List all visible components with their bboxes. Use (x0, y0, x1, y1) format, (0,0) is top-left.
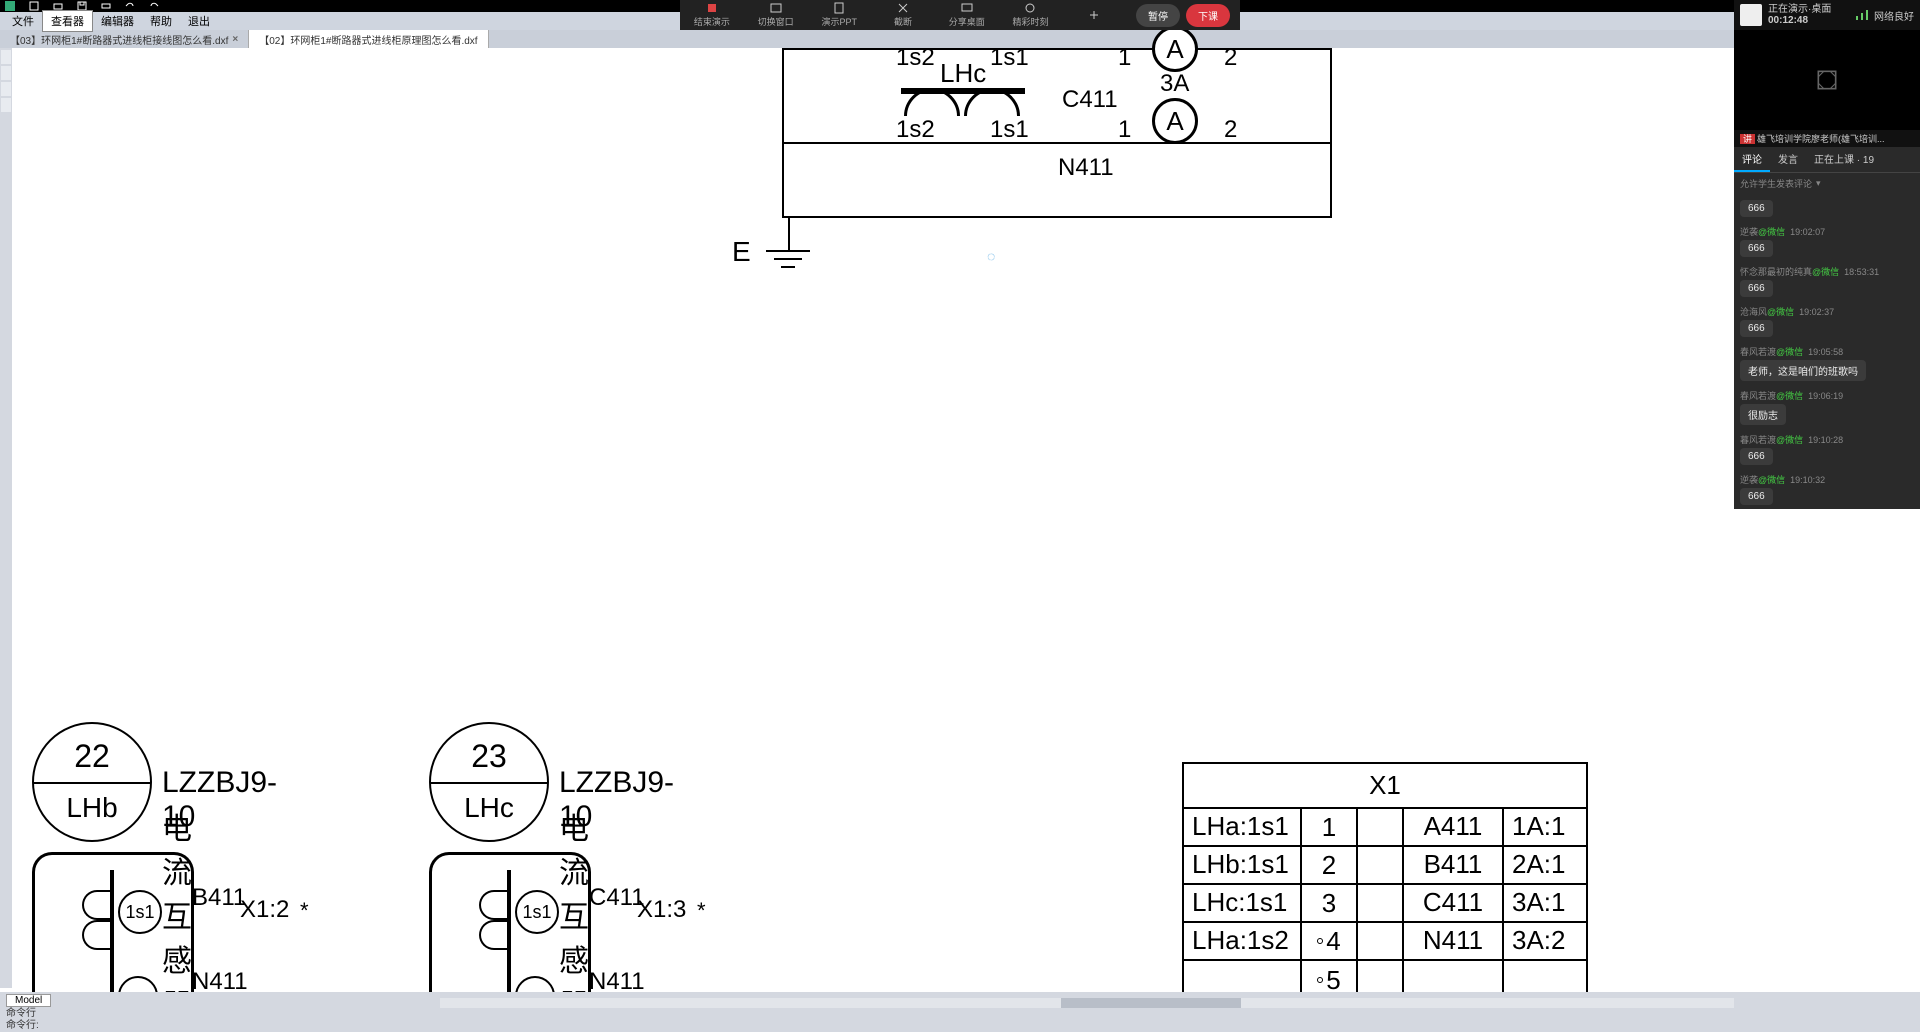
table-row: LHa:1s24N4113A:2 (1184, 923, 1586, 961)
gutter-stub[interactable] (1, 66, 11, 80)
close-icon[interactable]: × (232, 34, 238, 45)
tab-speak[interactable]: 发言 (1770, 147, 1806, 172)
star-icon: * (697, 898, 706, 924)
label-3a: 3A (1160, 72, 1189, 96)
table-row: LHc:1s13C4113A:1 (1184, 885, 1586, 923)
chat-message: 逆袭@微信 19:10:32666 (1734, 469, 1920, 509)
tab-doc-1[interactable]: 【03】环网柜1#断路器式进线柜接线图怎么看.dxf × (0, 30, 249, 49)
camera-preview[interactable] (1734, 30, 1920, 130)
label-2-b: 2 (1224, 118, 1237, 142)
chat-message: 沧海风@微信 19:02:37666 (1734, 301, 1920, 341)
tab-attendees[interactable]: 正在上课 · 19 (1806, 147, 1882, 172)
terminal-table-x1: X1 LHa:1s11A4111A:1LHb:1s12B4112A:1LHc:1… (1182, 762, 1588, 1001)
meet-end-class[interactable]: 下课 (1186, 4, 1230, 27)
panel-tabs: 评论 发言 正在上课 · 19 (1734, 147, 1920, 173)
scrollbar-thumb[interactable] (1061, 998, 1241, 1008)
meeting-toolbar: 结束演示 切换窗口 演示PPT 截断 分享桌面 精彩时刻 暂停 下课 (680, 0, 1240, 30)
app-icon (4, 1, 16, 11)
menu-exit[interactable]: 退出 (180, 11, 218, 31)
label-c411: C411 (1062, 88, 1118, 112)
avatar[interactable] (1740, 4, 1762, 26)
class-timer: 00:12:48 (1768, 15, 1850, 26)
label-lhc: LHc (940, 60, 986, 86)
cmd-prompt: 命令行: (6, 1020, 1914, 1032)
network-status: 网络良好 (1874, 8, 1914, 23)
label-n411: N411 (1058, 156, 1114, 180)
label-2: 2 (1224, 46, 1237, 70)
comp-ref: LHc (431, 792, 547, 824)
expand-icon (1814, 67, 1840, 93)
meet-switch-window[interactable]: 切换窗口 (744, 0, 808, 30)
document-tabs: 【03】环网柜1#断路器式进线柜接线图怎么看.dxf × 【02】环网柜1#断路… (0, 30, 1920, 48)
left-gutter (0, 48, 12, 988)
menu-help[interactable]: 帮助 (142, 11, 180, 31)
drawing-canvas[interactable]: 1s2 1s1 1 2 LHc A C411 3A A 1s2 1s1 1 2 … (12, 48, 1920, 998)
meet-highlight[interactable]: 精彩时刻 (999, 0, 1063, 30)
presenter-status: 正在演示·桌面 (1768, 4, 1850, 15)
chat-message: 暮风若渡@微信 19:10:28666 (1734, 429, 1920, 469)
label-1s2-b: 1s2 (896, 118, 935, 142)
chat-list[interactable]: 666逆袭@微信 19:02:07666怀念那最初的纯真@微信 18:53:31… (1734, 194, 1920, 509)
meet-stop-share[interactable]: 结束演示 (680, 0, 744, 30)
label-1s2: 1s2 (896, 46, 935, 70)
tab-doc-2[interactable]: 【02】环网柜1#断路器式进线柜原理图怎么看.dxf (249, 30, 488, 49)
table-row: LHa:1s11A4111A:1 (1184, 809, 1586, 847)
chat-message: 怀念那最初的纯真@微信 18:53:31666 (1734, 261, 1920, 301)
comp-number: 22 (34, 738, 150, 775)
chat-message: 春风若渡@微信 19:06:19很励志 (1734, 385, 1920, 429)
comment-setting[interactable]: 允许学生发表评论▾ (1734, 173, 1920, 194)
terminal-label: X1:3 (637, 896, 686, 924)
chevron-down-icon: ▾ (1816, 178, 1821, 189)
tab-label: 【02】环网柜1#断路器式进线柜原理图怎么看.dxf (259, 32, 477, 47)
label-1s1-b: 1s1 (990, 118, 1029, 142)
table-title: X1 (1184, 764, 1586, 809)
presenter-name: 讲雄飞培训学院廖老师(雄飞培训... (1734, 130, 1920, 147)
model-tab[interactable]: Model (6, 994, 51, 1007)
tab-comments[interactable]: 评论 (1734, 147, 1770, 172)
pin-circle: 1s1 (118, 890, 162, 934)
undo-icon[interactable] (124, 1, 136, 11)
meet-ppt[interactable]: 演示PPT (807, 0, 871, 30)
ammeter-mid: A (1152, 98, 1198, 144)
redo-icon[interactable] (148, 1, 160, 11)
command-line[interactable]: 命令行 命令行: (0, 1008, 1920, 1032)
horizontal-scrollbar[interactable] (440, 998, 1734, 1008)
meet-more[interactable] (1062, 0, 1126, 30)
meet-share-screen[interactable]: 分享桌面 (935, 0, 999, 30)
cmd-history: 命令行 (6, 1008, 1914, 1020)
tab-label: 【03】环网柜1#断路器式进线柜接线图怎么看.dxf (10, 32, 228, 47)
signal-icon (1856, 10, 1868, 20)
meet-snip[interactable]: 截断 (871, 0, 935, 30)
gutter-stub[interactable] (1, 98, 11, 112)
label-1: 1 (1118, 46, 1131, 70)
table-row: LHb:1s12B4112A:1 (1184, 847, 1586, 885)
chat-message: 666 (1734, 194, 1920, 221)
comp-ref: LHb (34, 792, 150, 824)
gutter-stub[interactable] (1, 82, 11, 96)
new-icon[interactable] (28, 1, 40, 11)
meeting-side-panel: 正在演示·桌面 00:12:48 网络良好 讲雄飞培训学院廖老师(雄飞培训...… (1734, 0, 1920, 509)
comp-number: 23 (431, 738, 547, 775)
label-1-b: 1 (1118, 118, 1131, 142)
star-icon: * (300, 898, 309, 924)
chat-message: 春风若渡@微信 19:05:58老师，这是咱们的班歌吗 (1734, 341, 1920, 385)
menu-editor[interactable]: 编辑器 (93, 11, 142, 31)
label-1s1: 1s1 (990, 46, 1029, 70)
meet-pause[interactable]: 暂停 (1136, 4, 1180, 27)
chat-message: 逆袭@微信 19:02:07666 (1734, 221, 1920, 261)
pin-circle: 1s1 (515, 890, 559, 934)
print-icon[interactable] (100, 1, 112, 11)
panel-header: 正在演示·桌面 00:12:48 网络良好 (1734, 0, 1920, 30)
ammeter-top: A (1152, 26, 1198, 72)
terminal-label: X1:2 (240, 896, 289, 924)
net-label: B411 (192, 884, 246, 912)
loading-spinner-icon: ◌ (987, 248, 995, 264)
menu-file[interactable]: 文件 (4, 11, 42, 31)
gutter-stub[interactable] (1, 50, 11, 64)
